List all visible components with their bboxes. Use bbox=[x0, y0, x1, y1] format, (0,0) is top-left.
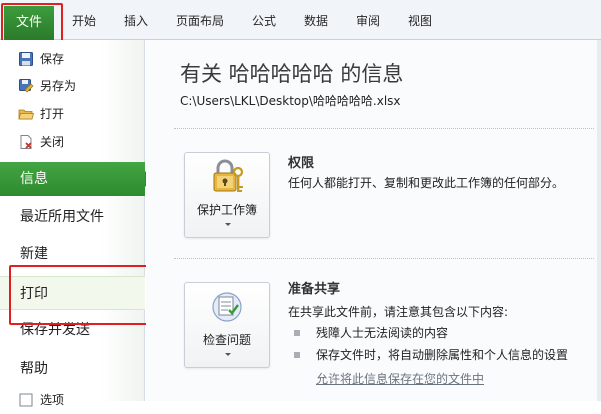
chevron-down-icon bbox=[225, 353, 231, 356]
tab-formulas[interactable]: 公式 bbox=[244, 10, 284, 32]
save-as-command[interactable]: 另存为 bbox=[18, 76, 76, 96]
info-panel: 有关 哈哈哈哈哈 的信息 C:\Users\LKL\Desktop\哈哈哈哈哈.… bbox=[146, 40, 601, 401]
ribbon-tab-bar: 文件 开始 插入 页面布局 公式 数据 审阅 视图 bbox=[0, 0, 601, 40]
scrollbar[interactable] bbox=[597, 40, 601, 401]
protect-workbook-button[interactable]: 保护工作簿 bbox=[184, 152, 270, 238]
tab-page-layout[interactable]: 页面布局 bbox=[168, 10, 232, 32]
tab-view[interactable]: 视图 bbox=[400, 10, 440, 32]
allow-save-info-link[interactable]: 允许将此信息保存在您的文件中 bbox=[316, 370, 484, 387]
permissions-heading: 权限 bbox=[288, 156, 315, 171]
close-command-label: 关闭 bbox=[40, 135, 65, 149]
bullet-text: 残障人士无法阅读的内容 bbox=[316, 326, 449, 340]
open-command[interactable]: 打开 bbox=[18, 104, 64, 124]
list-item: 保存文件时，将自动删除属性和个人信息的设置 bbox=[294, 346, 568, 363]
nav-new[interactable]: 新建 bbox=[0, 237, 145, 271]
tab-review[interactable]: 审阅 bbox=[348, 10, 388, 32]
prepare-share-heading: 准备共享 bbox=[288, 282, 341, 297]
bullet-icon bbox=[294, 329, 300, 336]
lock-key-icon bbox=[208, 159, 248, 197]
protect-workbook-label: 保护工作簿 bbox=[196, 203, 257, 217]
check-issues-label: 检查问题 bbox=[202, 333, 251, 347]
save-command[interactable]: 保存 bbox=[18, 49, 64, 69]
check-issues-button[interactable]: 检查问题 bbox=[184, 282, 270, 368]
save-icon bbox=[18, 51, 34, 67]
tab-data[interactable]: 数据 bbox=[296, 10, 336, 32]
chevron-down-icon bbox=[225, 223, 231, 226]
options-icon bbox=[18, 392, 34, 408]
divider bbox=[174, 128, 594, 129]
save-command-label: 保存 bbox=[40, 52, 65, 66]
tab-insert[interactable]: 插入 bbox=[116, 10, 156, 32]
nav-recent-files[interactable]: 最近所用文件 bbox=[0, 200, 145, 234]
options-command-label: 选项 bbox=[40, 393, 65, 407]
inspect-document-icon bbox=[208, 289, 248, 327]
permissions-description: 任何人都能打开、复制和更改此工作簿的任何部分。 bbox=[288, 176, 565, 190]
nav-info[interactable]: 信息 bbox=[0, 162, 153, 196]
open-command-label: 打开 bbox=[40, 107, 65, 121]
page-title: 有关 哈哈哈哈哈 的信息 bbox=[180, 62, 404, 86]
divider bbox=[174, 258, 594, 259]
save-as-command-label: 另存为 bbox=[40, 79, 77, 93]
tab-home[interactable]: 开始 bbox=[64, 10, 104, 32]
nav-print[interactable]: 打印 bbox=[0, 276, 145, 310]
close-file-icon bbox=[18, 134, 34, 150]
list-item: 残障人士无法阅读的内容 bbox=[294, 324, 448, 341]
save-as-icon bbox=[18, 78, 34, 94]
prepare-share-description: 在共享此文件前，请注意其包含以下内容: bbox=[288, 305, 509, 319]
nav-help[interactable]: 帮助 bbox=[0, 352, 145, 386]
bullet-icon bbox=[294, 351, 300, 358]
file-path: C:\Users\LKL\Desktop\哈哈哈哈哈.xlsx bbox=[180, 94, 401, 108]
nav-save-and-send[interactable]: 保存并发送 bbox=[0, 313, 145, 347]
tab-file[interactable]: 文件 bbox=[4, 6, 54, 40]
close-command[interactable]: 关闭 bbox=[18, 132, 64, 152]
options-command[interactable]: 选项 bbox=[18, 390, 64, 410]
backstage-nav: 保存 另存为 打开 关闭 信息 最近所用文件 新建 打印 保存并发送 帮助 选项 bbox=[0, 40, 153, 407]
open-folder-icon bbox=[18, 106, 35, 122]
bullet-text: 保存文件时，将自动删除属性和个人信息的设置 bbox=[316, 348, 569, 362]
